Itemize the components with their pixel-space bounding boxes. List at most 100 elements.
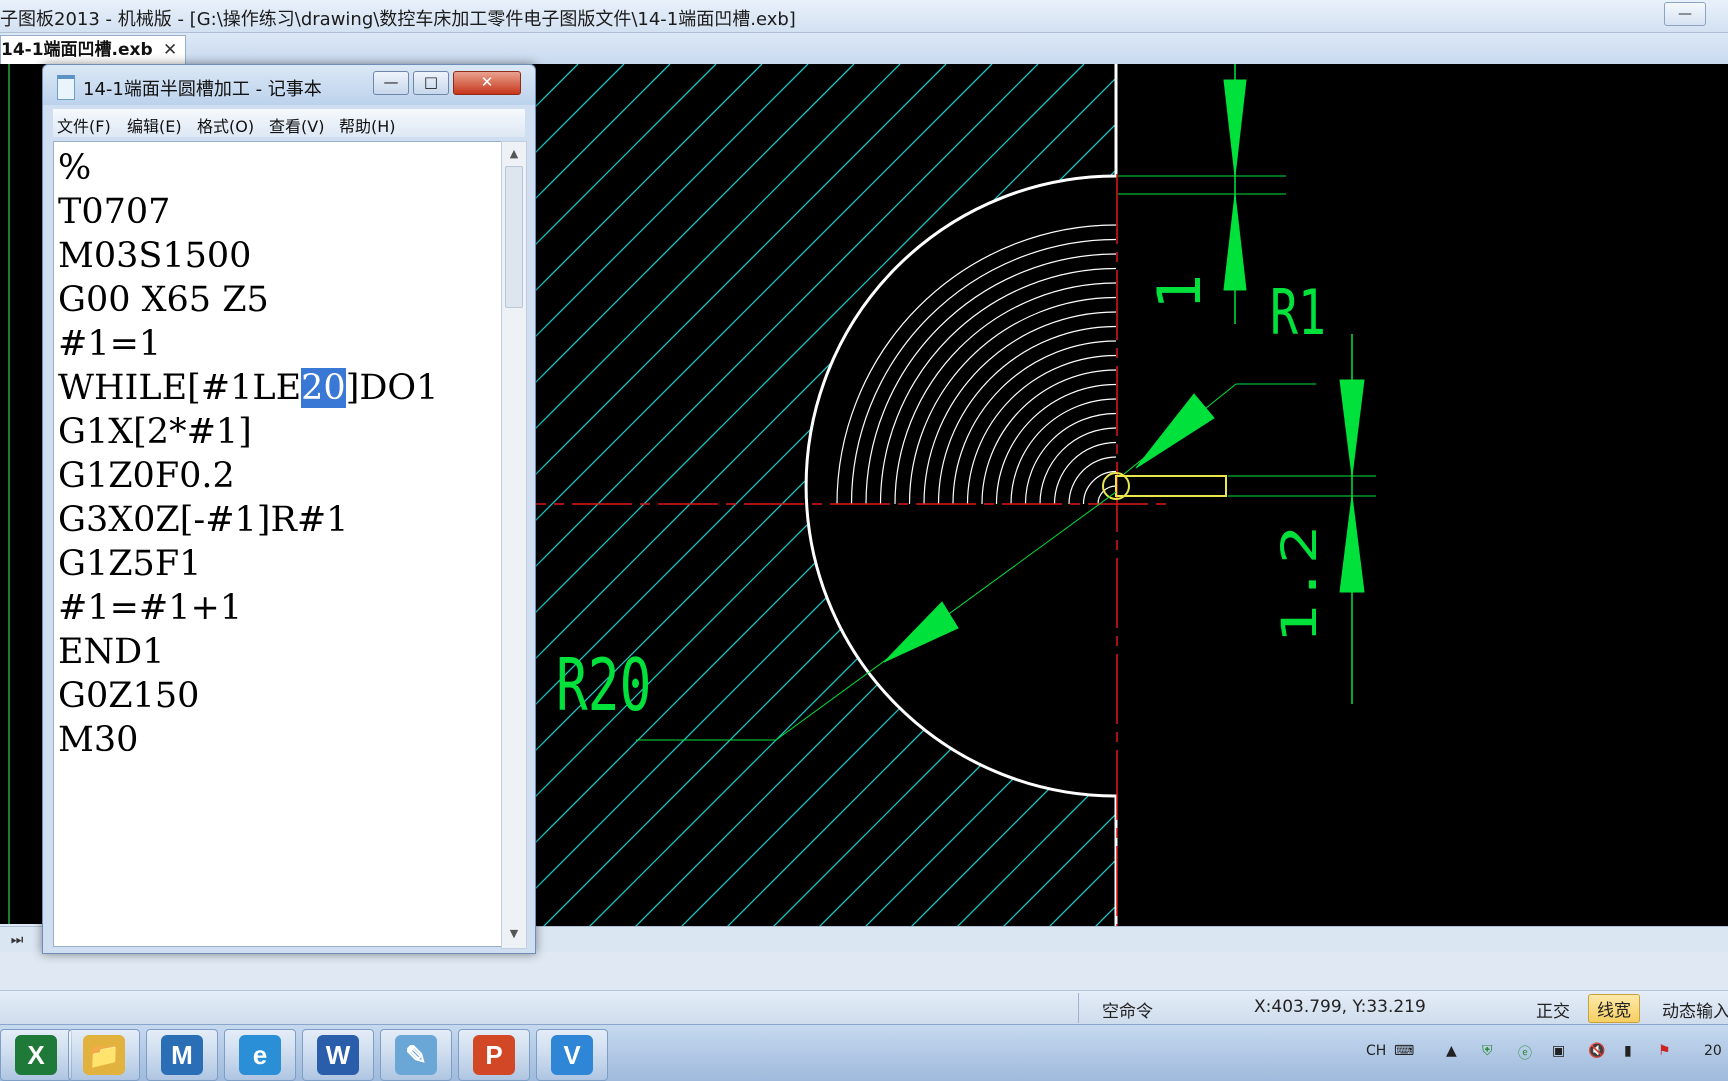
taskbar-powerpoint-button[interactable]: P xyxy=(458,1029,530,1081)
menu-help[interactable]: 帮助(H) xyxy=(339,113,396,137)
code-line: G00 X65 Z5 xyxy=(58,280,269,320)
notepad-title-bar[interactable]: 14-1端面半圆槽加工 - 记事本 — □ ✕ xyxy=(43,65,535,105)
scroll-down-icon[interactable]: ▼ xyxy=(502,924,526,944)
minimize-button[interactable]: — xyxy=(1664,2,1706,26)
status-bar: 空命令 X:403.799, Y:33.219 正交 线宽 动态输入 xyxy=(0,990,1728,1025)
hatch-line xyxy=(781,64,1116,926)
dim-text-1-2: 1.2 xyxy=(1271,525,1328,644)
notepad-close-button[interactable]: ✕ xyxy=(453,71,521,95)
code-line: G0Z150 xyxy=(58,676,200,716)
notepad-maximize-button[interactable]: □ xyxy=(413,71,449,95)
hatch-line xyxy=(873,64,1116,926)
shield-icon[interactable]: ⛨ xyxy=(1482,1043,1493,1059)
mastercam-icon: M xyxy=(161,1035,203,1075)
keyboard-icon[interactable]: ⌨ xyxy=(1394,1043,1414,1059)
menu-edit[interactable]: 编辑(E) xyxy=(127,113,182,137)
taskbar-mastercam-button[interactable]: M xyxy=(146,1029,218,1081)
menu-view[interactable]: 查看(V) xyxy=(269,113,324,137)
show-hidden-icons-icon[interactable]: ▲ xyxy=(1446,1043,1457,1059)
dim-text-r20: R20 xyxy=(556,643,651,728)
word-icon: W xyxy=(317,1035,359,1075)
hatch-line xyxy=(1426,64,1728,926)
grooving-tool xyxy=(1102,472,1227,500)
toolpath-arc xyxy=(865,253,1117,505)
toolpath-arc xyxy=(908,296,1117,505)
toolpath-arc xyxy=(879,267,1117,505)
code-line: G1Z0F0.2 xyxy=(58,456,235,496)
hatch-line xyxy=(1196,64,1728,926)
hatch-line xyxy=(486,64,1116,926)
leader-r1 xyxy=(1123,383,1316,475)
code-line: #1=1 xyxy=(58,324,162,364)
taskbar-caxa-button[interactable]: V xyxy=(536,1029,608,1081)
notepad-icon xyxy=(57,75,75,100)
hatch-line xyxy=(597,64,1116,926)
hatch-line xyxy=(486,64,1085,926)
action-center-icon[interactable]: ⚑ xyxy=(1658,1043,1671,1059)
dimension-1-2 xyxy=(1228,334,1376,704)
hatch-line xyxy=(1610,64,1728,926)
notepad-icon: ✎ xyxy=(395,1035,437,1075)
system-tray: CH ⌨ ▲ ⛨ ⓔ ▣ 🔇 ▮ ⚑ 20 xyxy=(1354,1025,1728,1081)
hatch-line xyxy=(1656,64,1728,926)
app-title-bar: 子图板2013 - 机械版 - [G:\操作练习\drawing\数控车床加工零… xyxy=(0,0,1728,33)
ie-tray-icon[interactable]: ⓔ xyxy=(1518,1043,1532,1063)
device-icon[interactable]: ▣ xyxy=(1552,1043,1565,1059)
notepad-vertical-scrollbar[interactable]: ▲ ▼ xyxy=(501,141,527,949)
code-line: M30 xyxy=(58,720,139,760)
close-icon[interactable]: ✕ xyxy=(163,36,177,64)
menu-format[interactable]: 格式(O) xyxy=(197,113,254,137)
notepad-minimize-button[interactable]: — xyxy=(373,71,409,95)
line-width-toggle[interactable]: 线宽 xyxy=(1588,994,1640,1023)
notepad-text-area[interactable]: % T0707 M03S1500 G00 X65 Z5 #1=1 WHILE[#… xyxy=(53,141,503,947)
scroll-end-icon[interactable]: ⏭ xyxy=(4,930,30,950)
scroll-thumb[interactable] xyxy=(505,166,523,308)
volume-muted-icon[interactable]: 🔇 xyxy=(1588,1043,1605,1059)
hatch-line xyxy=(827,64,1116,926)
code-line: G1X[2*#1] xyxy=(58,412,252,452)
internet-explorer-icon: e xyxy=(239,1035,281,1075)
hatch-line xyxy=(1472,64,1728,926)
left-dock-panel xyxy=(0,64,48,924)
hatch-line xyxy=(486,64,1116,926)
toolpath-arc xyxy=(850,238,1117,505)
toolpath-arcs xyxy=(836,224,1117,505)
code-line: M03S1500 xyxy=(58,236,252,276)
hatch-line xyxy=(505,64,1116,926)
dynamic-input-toggle[interactable]: 动态输入 xyxy=(1662,997,1728,1022)
dim-text-1: 1 xyxy=(1145,274,1215,310)
hatch-line xyxy=(486,64,947,926)
ortho-toggle[interactable]: 正交 xyxy=(1536,997,1570,1022)
clock[interactable]: 20 xyxy=(1704,1043,1722,1059)
notepad-window: 14-1端面半圆槽加工 - 记事本 — □ ✕ 文件(F) 编辑(E) 格式(O… xyxy=(42,64,536,954)
taskbar-notepad-button[interactable]: ✎ xyxy=(380,1029,452,1081)
notepad-title: 14-1端面半圆槽加工 - 记事本 xyxy=(83,79,322,100)
powerpoint-icon: P xyxy=(473,1035,515,1075)
code-line: END1 xyxy=(58,632,165,672)
drawing-canvas[interactable]: R1 1 1.2 R20 xyxy=(486,64,1728,926)
toolpath-arc xyxy=(937,325,1117,505)
command-area[interactable] xyxy=(0,952,1728,990)
hatch-line xyxy=(965,64,1116,926)
hatch-line xyxy=(1150,64,1728,926)
language-indicator[interactable]: CH xyxy=(1366,1043,1386,1059)
network-icon[interactable]: ▮ xyxy=(1624,1043,1632,1059)
taskbar-explorer-button[interactable]: 📁 xyxy=(68,1029,140,1081)
cad-drawing: R1 1 1.2 R20 xyxy=(486,64,1728,926)
code-line: G3X0Z[-#1]R#1 xyxy=(58,500,349,540)
code-line: G1Z5F1 xyxy=(58,544,202,584)
toolpath-arc xyxy=(836,224,1117,505)
menu-file[interactable]: 文件(F) xyxy=(57,113,111,137)
hatch-line xyxy=(551,64,1116,926)
while-text-after: ]DO1 xyxy=(345,368,439,408)
toolpath-arc xyxy=(995,383,1117,505)
taskbar-excel-button[interactable]: X xyxy=(0,1029,72,1081)
taskbar-internet-explorer-button[interactable]: e xyxy=(224,1029,296,1081)
hatch-line xyxy=(1242,64,1728,926)
leader-r20 xyxy=(636,491,1117,741)
document-tab[interactable]: 14-1端面凹槽.exb ✕ xyxy=(0,35,186,64)
taskbar-word-button[interactable]: W xyxy=(302,1029,374,1081)
caxa-icon: V xyxy=(551,1035,593,1075)
toolpath-arc xyxy=(1082,470,1117,505)
scroll-up-icon[interactable]: ▲ xyxy=(502,144,526,164)
